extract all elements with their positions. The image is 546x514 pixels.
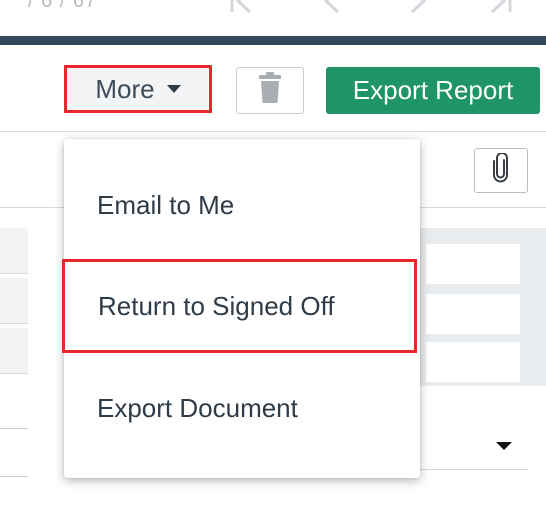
form-field[interactable] [426, 294, 520, 334]
menu-item-return-to-signed-off[interactable]: Return to Signed Off [62, 259, 417, 353]
table-row [0, 328, 28, 374]
table-row [0, 228, 28, 274]
delete-button[interactable] [236, 67, 304, 114]
export-report-button[interactable]: Export Report [326, 67, 540, 114]
chevron-down-icon [166, 85, 181, 93]
form-field[interactable] [426, 244, 520, 284]
report-toolbar: More Export Report [0, 45, 546, 131]
page-counter: / 6 / 67 [28, 0, 98, 12]
trash-icon [258, 72, 282, 109]
menu-item-email-to-me[interactable]: Email to Me [64, 157, 420, 253]
menu-item-export-document[interactable]: Export Document [64, 360, 420, 456]
page: / 6 / 67 More Export Report Email to Me … [0, 0, 546, 514]
header-bar [0, 36, 546, 45]
table-row [0, 278, 28, 324]
more-button-label: More [95, 73, 155, 104]
attachment-button[interactable] [474, 148, 528, 193]
caret-down-icon [496, 442, 512, 450]
next-page-icon[interactable] [402, 0, 432, 14]
row-divider [0, 476, 28, 477]
more-menu: Email to Me Return to Signed Off Export … [62, 139, 420, 478]
row-divider [0, 428, 28, 429]
paperclip-icon [491, 152, 511, 188]
previous-page-icon[interactable] [318, 0, 348, 14]
last-page-icon[interactable] [484, 0, 514, 14]
first-page-icon[interactable] [228, 0, 258, 14]
more-button[interactable]: More [64, 65, 212, 113]
form-field[interactable] [426, 342, 520, 382]
pager-strip: / 6 / 67 [0, 0, 546, 34]
